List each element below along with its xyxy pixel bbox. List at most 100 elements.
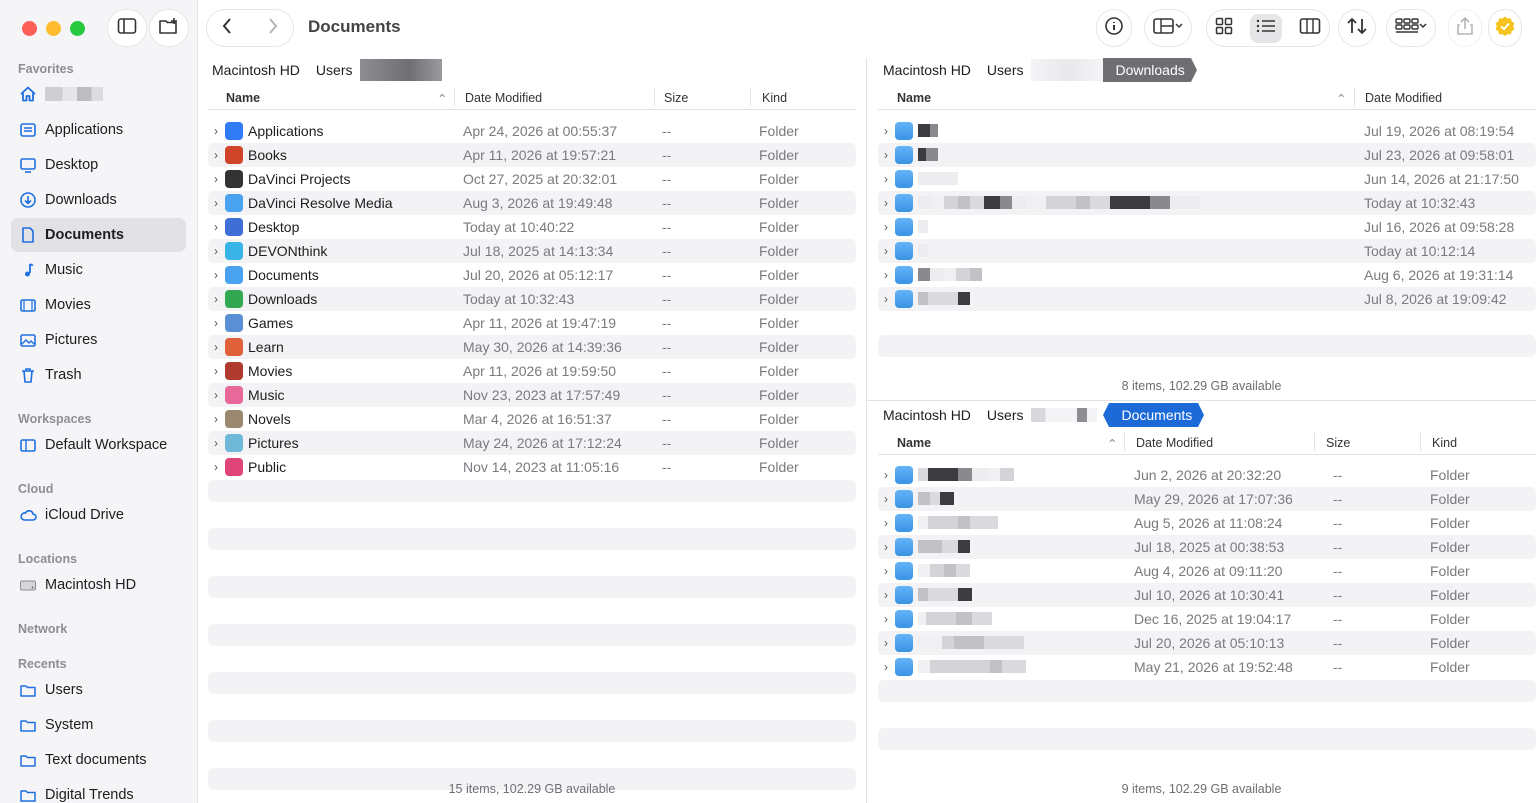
disclosure-chevron-icon[interactable]: › bbox=[214, 244, 218, 258]
info-button[interactable] bbox=[1096, 9, 1132, 47]
path-segment[interactable]: Macintosh HD bbox=[875, 403, 979, 427]
table-row[interactable]: › DEVONthink Jul 18, 2025 at 14:13:34 -- Fol… bbox=[208, 239, 856, 263]
table-row[interactable]: › Today at 10:12:14 bbox=[878, 239, 1536, 263]
disclosure-chevron-icon[interactable]: › bbox=[884, 564, 888, 578]
disclosure-chevron-icon[interactable]: › bbox=[884, 660, 888, 674]
list-view-icon[interactable] bbox=[1249, 13, 1282, 43]
minimize-window-button[interactable] bbox=[46, 21, 61, 36]
disclosure-chevron-icon[interactable]: › bbox=[884, 636, 888, 650]
table-row[interactable]: › Books Apr 11, 2026 at 19:57:21 -- Folder bbox=[208, 143, 856, 167]
table-row[interactable]: › Jul 20, 2026 at 05:10:13 -- Folder bbox=[878, 631, 1536, 655]
back-icon[interactable] bbox=[221, 17, 233, 40]
sidebar-item-macintosh-hd[interactable]: Macintosh HD bbox=[11, 568, 186, 602]
table-row[interactable]: › Jun 14, 2026 at 21:17:50 bbox=[878, 167, 1536, 191]
column-name[interactable]: Name bbox=[897, 91, 931, 105]
table-row[interactable]: › Games Apr 11, 2026 at 19:47:19 -- Folder bbox=[208, 311, 856, 335]
table-row[interactable]: › Jul 23, 2026 at 09:58:01 bbox=[878, 143, 1536, 167]
layout-menu-button[interactable] bbox=[1144, 9, 1192, 47]
disclosure-chevron-icon[interactable]: › bbox=[214, 292, 218, 306]
table-row[interactable]: › Jul 16, 2026 at 09:58:28 bbox=[878, 215, 1536, 239]
disclosure-chevron-icon[interactable]: › bbox=[214, 220, 218, 234]
column-date-modified[interactable]: Date Modified bbox=[1365, 91, 1442, 105]
column-view-icon[interactable] bbox=[1299, 17, 1321, 40]
path-segment[interactable]: Users bbox=[979, 403, 1032, 427]
tags-button[interactable] bbox=[1488, 9, 1522, 47]
sort-button[interactable] bbox=[1338, 9, 1376, 47]
column-name[interactable]: Name bbox=[226, 91, 260, 105]
disclosure-chevron-icon[interactable]: › bbox=[884, 244, 888, 258]
sidebar-item-home[interactable] bbox=[11, 77, 186, 111]
disclosure-chevron-icon[interactable]: › bbox=[884, 148, 888, 162]
sidebar-item-desktop[interactable]: Desktop bbox=[11, 148, 186, 182]
redacted-path-segment[interactable] bbox=[360, 59, 443, 81]
path-segment[interactable]: Users bbox=[979, 58, 1032, 82]
table-row[interactable]: › May 21, 2026 at 19:52:48 -- Folder bbox=[878, 655, 1536, 679]
sidebar-item-applications[interactable]: Applications bbox=[11, 113, 186, 147]
sidebar-item-icloud-drive[interactable]: iCloud Drive bbox=[11, 498, 186, 532]
disclosure-chevron-icon[interactable]: › bbox=[884, 612, 888, 626]
close-window-button[interactable] bbox=[22, 21, 37, 36]
disclosure-chevron-icon[interactable]: › bbox=[214, 268, 218, 282]
icon-view-icon[interactable] bbox=[1215, 17, 1233, 40]
sidebar-item-downloads[interactable]: Downloads bbox=[11, 183, 186, 217]
disclosure-chevron-icon[interactable]: › bbox=[214, 148, 218, 162]
disclosure-chevron-icon[interactable]: › bbox=[884, 516, 888, 530]
sidebar-recent-text-documents[interactable]: Text documents bbox=[11, 743, 186, 777]
group-menu-button[interactable] bbox=[1386, 9, 1436, 47]
disclosure-chevron-icon[interactable]: › bbox=[214, 196, 218, 210]
disclosure-chevron-icon[interactable]: › bbox=[884, 124, 888, 138]
table-row[interactable]: › Movies Apr 11, 2026 at 19:59:50 -- Folder bbox=[208, 359, 856, 383]
forward-icon[interactable] bbox=[267, 17, 279, 40]
disclosure-chevron-icon[interactable]: › bbox=[214, 412, 218, 426]
table-row[interactable]: › Music Nov 23, 2023 at 17:57:49 -- Folder bbox=[208, 383, 856, 407]
table-row[interactable]: › Jul 8, 2026 at 19:09:42 bbox=[878, 287, 1536, 311]
disclosure-chevron-icon[interactable]: › bbox=[214, 172, 218, 186]
table-row[interactable]: › Jul 19, 2026 at 08:19:54 bbox=[878, 119, 1536, 143]
sidebar-item-trash[interactable]: Trash bbox=[11, 358, 186, 392]
disclosure-chevron-icon[interactable]: › bbox=[884, 172, 888, 186]
table-row[interactable]: › Jul 10, 2026 at 10:30:41 -- Folder bbox=[878, 583, 1536, 607]
redacted-path-segment[interactable] bbox=[1031, 408, 1098, 422]
column-kind[interactable]: Kind bbox=[762, 91, 787, 105]
table-row[interactable]: › Jun 2, 2026 at 20:32:20 -- Folder bbox=[878, 463, 1536, 487]
disclosure-chevron-icon[interactable]: › bbox=[884, 220, 888, 234]
path-segment-active[interactable]: Downloads bbox=[1103, 58, 1191, 82]
disclosure-chevron-icon[interactable]: › bbox=[884, 292, 888, 306]
table-row[interactable]: › Applications Apr 24, 2026 at 00:55:37 -- F… bbox=[208, 119, 856, 143]
disclosure-chevron-icon[interactable]: › bbox=[884, 492, 888, 506]
disclosure-chevron-icon[interactable]: › bbox=[884, 540, 888, 554]
toggle-sidebar-button[interactable] bbox=[107, 9, 147, 47]
sidebar-recent-digital-trends[interactable]: Digital Trends bbox=[11, 778, 186, 803]
disclosure-chevron-icon[interactable]: › bbox=[884, 468, 888, 482]
disclosure-chevron-icon[interactable]: › bbox=[214, 436, 218, 450]
table-row[interactable]: › Jul 18, 2025 at 00:38:53 -- Folder bbox=[878, 535, 1536, 559]
sidebar-item-pictures[interactable]: Pictures bbox=[11, 323, 186, 357]
column-date-modified[interactable]: Date Modified bbox=[465, 91, 542, 105]
path-segment[interactable]: Users bbox=[308, 58, 361, 82]
table-row[interactable]: › Aug 5, 2026 at 11:08:24 -- Folder bbox=[878, 511, 1536, 535]
column-kind[interactable]: Kind bbox=[1432, 436, 1457, 450]
table-row[interactable]: › Today at 10:32:43 bbox=[878, 191, 1536, 215]
table-row[interactable]: › Downloads Today at 10:32:43 -- Folder bbox=[208, 287, 856, 311]
sidebar-item-movies[interactable]: Movies bbox=[11, 288, 186, 322]
sidebar-item-default-workspace[interactable]: Default Workspace bbox=[11, 428, 186, 462]
table-row[interactable]: › DaVinci Projects Oct 27, 2025 at 20:32:0… bbox=[208, 167, 856, 191]
column-size[interactable]: Size bbox=[1326, 436, 1350, 450]
pane-divider[interactable] bbox=[866, 58, 867, 803]
table-row[interactable]: › Documents Jul 20, 2026 at 05:12:17 -- Fold… bbox=[208, 263, 856, 287]
table-row[interactable]: › May 29, 2026 at 17:07:36 -- Folder bbox=[878, 487, 1536, 511]
table-row[interactable]: › Aug 4, 2026 at 09:11:20 -- Folder bbox=[878, 559, 1536, 583]
table-row[interactable]: › Learn May 30, 2026 at 14:39:36 -- Folder bbox=[208, 335, 856, 359]
split-divider[interactable] bbox=[867, 400, 1536, 401]
sidebar-recent-system[interactable]: System bbox=[11, 708, 186, 742]
path-segment[interactable]: Macintosh HD bbox=[875, 58, 979, 82]
disclosure-chevron-icon[interactable]: › bbox=[214, 340, 218, 354]
sidebar-recent-users[interactable]: Users bbox=[11, 673, 186, 707]
disclosure-chevron-icon[interactable]: › bbox=[884, 196, 888, 210]
disclosure-chevron-icon[interactable]: › bbox=[214, 388, 218, 402]
sidebar-item-documents[interactable]: Documents bbox=[11, 218, 186, 252]
path-segment[interactable]: Macintosh HD bbox=[204, 58, 308, 82]
disclosure-chevron-icon[interactable]: › bbox=[884, 268, 888, 282]
table-row[interactable]: › Dec 16, 2025 at 19:04:17 -- Folder bbox=[878, 607, 1536, 631]
column-name[interactable]: Name bbox=[897, 436, 931, 450]
